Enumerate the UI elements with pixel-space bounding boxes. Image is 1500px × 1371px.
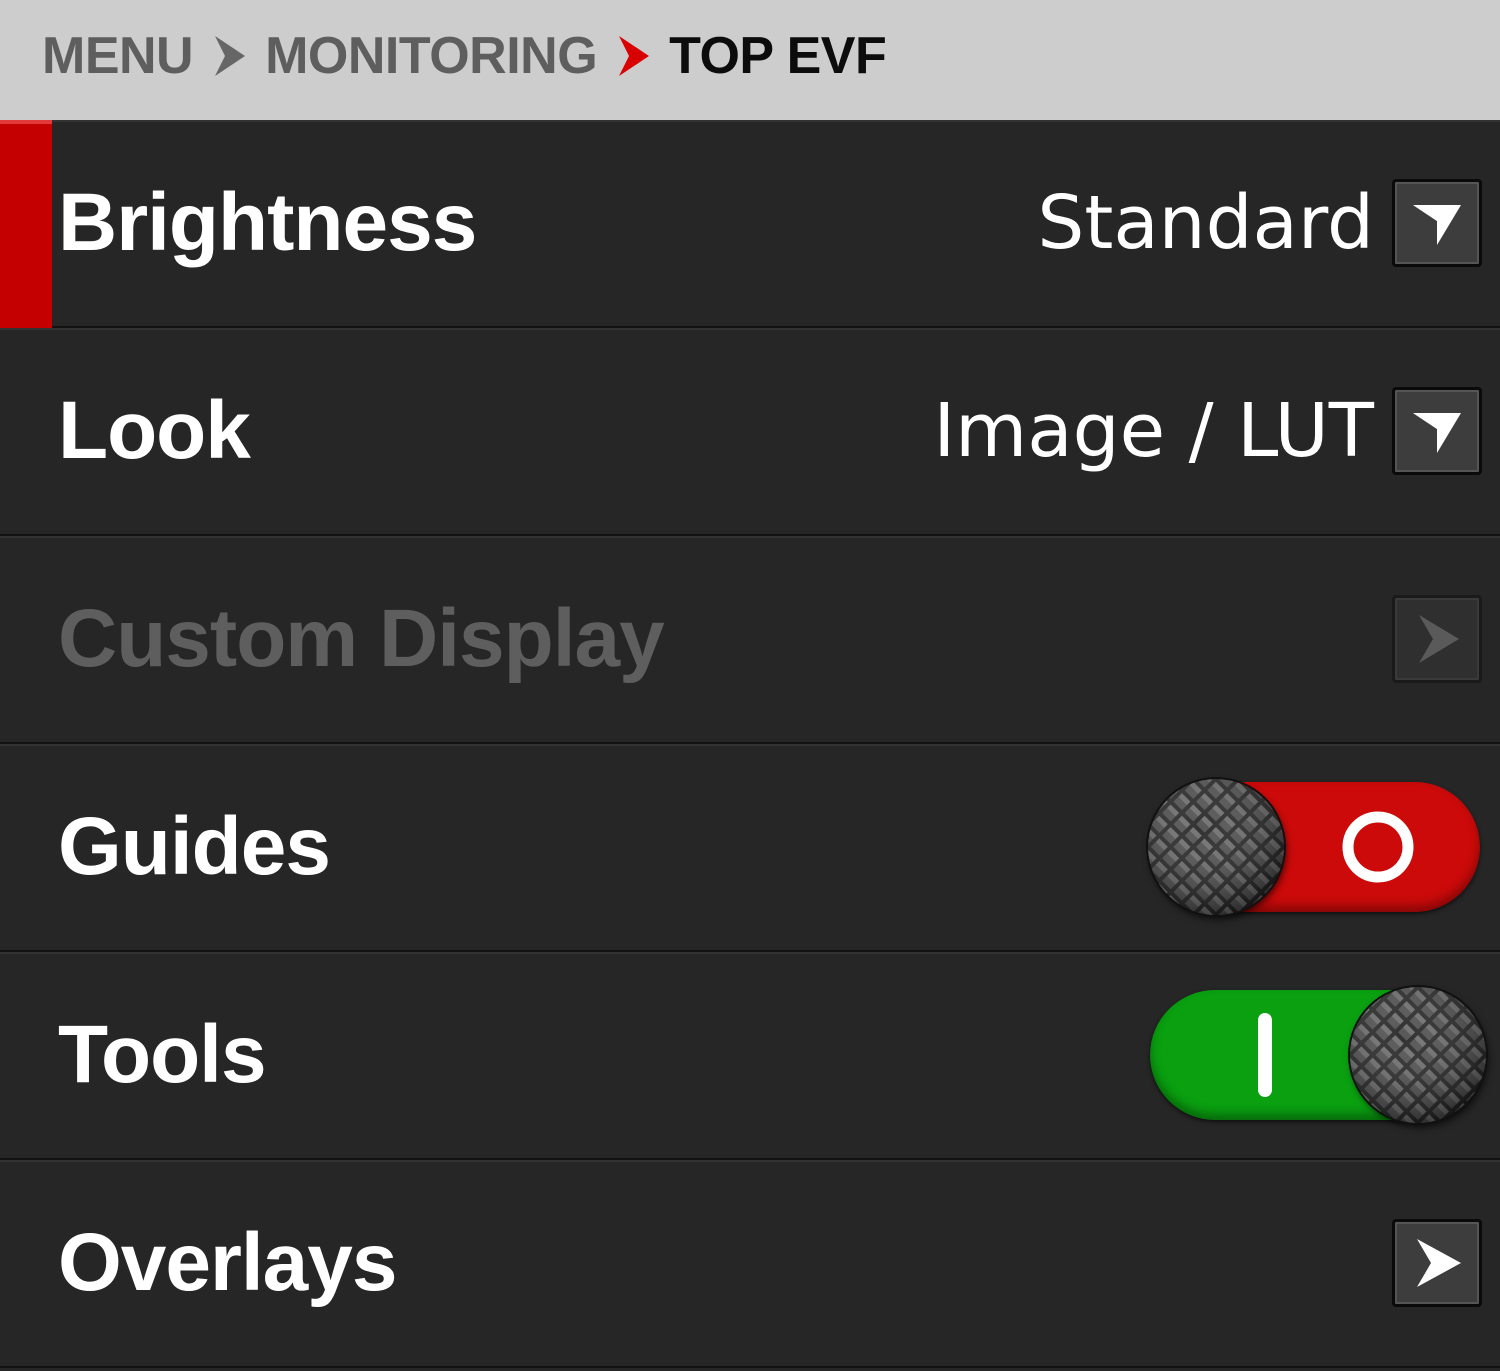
tools-toggle[interactable]	[1150, 987, 1486, 1123]
menu-row-guides[interactable]: Guides	[0, 744, 1500, 952]
brightness-label: Brightness	[58, 177, 477, 268]
toggle-knob[interactable]	[1148, 779, 1284, 915]
brightness-value: Standard	[1037, 180, 1374, 266]
chevron-right-icon	[619, 36, 650, 76]
guides-toggle[interactable]	[1148, 779, 1480, 915]
triangle-right-icon	[1419, 615, 1459, 663]
look-value: Image / LUT	[933, 388, 1374, 474]
menu-row-look[interactable]: Look Image / LUT	[0, 328, 1500, 536]
breadcrumb-monitoring[interactable]: MONITORING	[265, 30, 598, 82]
triangle-down-icon	[1413, 205, 1461, 245]
selection-indicator	[0, 120, 52, 328]
guides-label: Guides	[58, 801, 331, 892]
menu-row-brightness[interactable]: Brightness Standard	[0, 120, 1500, 328]
breadcrumb-menu[interactable]: MENU	[42, 30, 194, 82]
overlays-label: Overlays	[58, 1217, 397, 1308]
menu-row-tools[interactable]: Tools	[0, 952, 1500, 1160]
breadcrumb-top-evf: TOP EVF	[669, 27, 887, 85]
tools-label: Tools	[58, 1009, 267, 1100]
custom-display-label: Custom Display	[58, 593, 665, 684]
triangle-down-icon	[1413, 413, 1461, 453]
custom-display-submenu-button	[1392, 595, 1482, 683]
brightness-dropdown-button[interactable]	[1392, 179, 1482, 267]
look-dropdown-button[interactable]	[1392, 387, 1482, 475]
chevron-right-icon	[215, 36, 246, 76]
menu-list: Brightness Standard Look Image / LUT Cus…	[0, 120, 1500, 1368]
circle-o-icon	[1342, 811, 1414, 883]
look-label: Look	[58, 385, 251, 476]
triangle-right-icon	[1417, 1239, 1461, 1287]
toggle-knob[interactable]	[1350, 987, 1486, 1123]
bar-i-icon	[1258, 1013, 1272, 1097]
overlays-submenu-button[interactable]	[1392, 1219, 1482, 1307]
breadcrumb: MENU MONITORING TOP EVF	[0, 0, 1500, 120]
menu-row-custom-display: Custom Display	[0, 536, 1500, 744]
menu-row-overlays[interactable]: Overlays	[0, 1160, 1500, 1368]
